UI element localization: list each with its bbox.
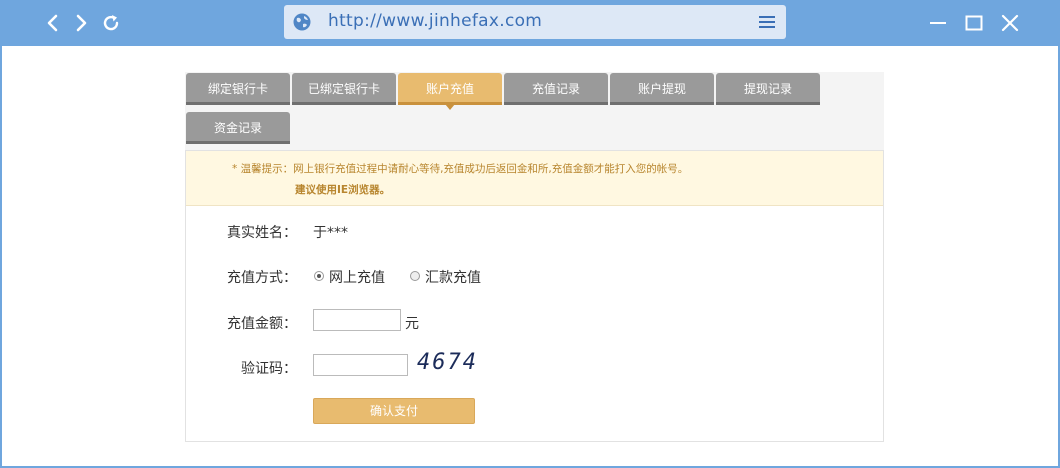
tab-bind-bank-card[interactable]: 绑定银行卡 <box>186 73 290 105</box>
tab-label: 已绑定银行卡 <box>307 82 380 96</box>
captcha-label: 验证码： <box>241 361 297 377</box>
browser-window: http://www.jinhefax.com 绑定银行卡 已绑定银行卡 账户充… <box>0 0 1060 468</box>
recharge-method-label: 充值方式： <box>227 270 297 286</box>
confirm-payment-button[interactable]: 确认支付 <box>313 398 475 424</box>
online-recharge-label[interactable]: 网上充值 <box>329 267 385 287</box>
tab-withdraw-records[interactable]: 提现记录 <box>716 73 820 105</box>
forward-button[interactable] <box>68 10 94 36</box>
account-panel: 绑定银行卡 已绑定银行卡 账户充值 充值记录 账户提现 提现记录 资金记录 * … <box>185 72 884 442</box>
online-recharge-radio[interactable] <box>314 271 324 281</box>
tab-account-withdraw[interactable]: 账户提现 <box>610 73 714 105</box>
tab-label: 资金记录 <box>213 121 262 135</box>
back-button[interactable] <box>40 10 66 36</box>
remittance-recharge-label[interactable]: 汇款充值 <box>425 267 481 287</box>
real-name-label: 真实姓名： <box>227 225 297 241</box>
tab-recharge-records[interactable]: 充值记录 <box>504 73 608 105</box>
amount-unit: 元 <box>405 316 419 332</box>
recharge-form-box: * 温馨提示：网上银行充值过程中请耐心等待,充值成功后返回金和所,充值金额才能打… <box>185 150 884 442</box>
recharge-amount-label: 充值金额： <box>227 316 297 332</box>
hamburger-menu-icon[interactable] <box>758 13 776 31</box>
remittance-recharge-radio[interactable] <box>410 271 420 281</box>
minimize-button[interactable] <box>926 11 950 35</box>
url-text[interactable]: http://www.jinhefax.com <box>328 11 542 31</box>
maximize-icon <box>965 15 983 31</box>
close-button[interactable] <box>998 11 1022 35</box>
tab-label: 绑定银行卡 <box>207 82 268 96</box>
address-bar[interactable]: http://www.jinhefax.com <box>284 5 786 39</box>
close-icon <box>1001 14 1019 32</box>
tip-line-2: 建议使用IE浏览器。 <box>295 184 391 196</box>
captcha-input[interactable] <box>313 354 408 376</box>
page-content: 绑定银行卡 已绑定银行卡 账户充值 充值记录 账户提现 提现记录 资金记录 * … <box>2 46 1058 466</box>
captcha-image[interactable]: 4674 <box>417 350 478 375</box>
refresh-button[interactable] <box>98 10 124 36</box>
globe-icon <box>293 13 311 31</box>
tab-label: 账户提现 <box>637 82 686 96</box>
real-name-value: 于*** <box>313 225 348 241</box>
browser-toolbar: http://www.jinhefax.com <box>0 0 1060 46</box>
tab-label: 充值记录 <box>531 82 580 96</box>
chevron-right-icon <box>76 14 87 32</box>
refresh-icon <box>103 15 119 31</box>
tip-notice: * 温馨提示：网上银行充值过程中请耐心等待,充值成功后返回金和所,充值金额才能打… <box>186 151 883 206</box>
tab-label: 提现记录 <box>743 82 792 96</box>
tab-fund-records[interactable]: 资金记录 <box>186 112 290 144</box>
chevron-left-icon <box>47 14 58 32</box>
tab-bound-bank-cards[interactable]: 已绑定银行卡 <box>292 73 396 105</box>
minimize-icon <box>930 22 946 24</box>
active-tab-caret-icon <box>445 104 455 110</box>
maximize-button[interactable] <box>962 11 986 35</box>
recharge-amount-input[interactable] <box>313 309 401 331</box>
tab-label: 账户充值 <box>425 82 474 96</box>
tip-line-1: * 温馨提示：网上银行充值过程中请耐心等待,充值成功后返回金和所,充值金额才能打… <box>232 163 689 175</box>
tab-account-recharge[interactable]: 账户充值 <box>398 73 502 110</box>
